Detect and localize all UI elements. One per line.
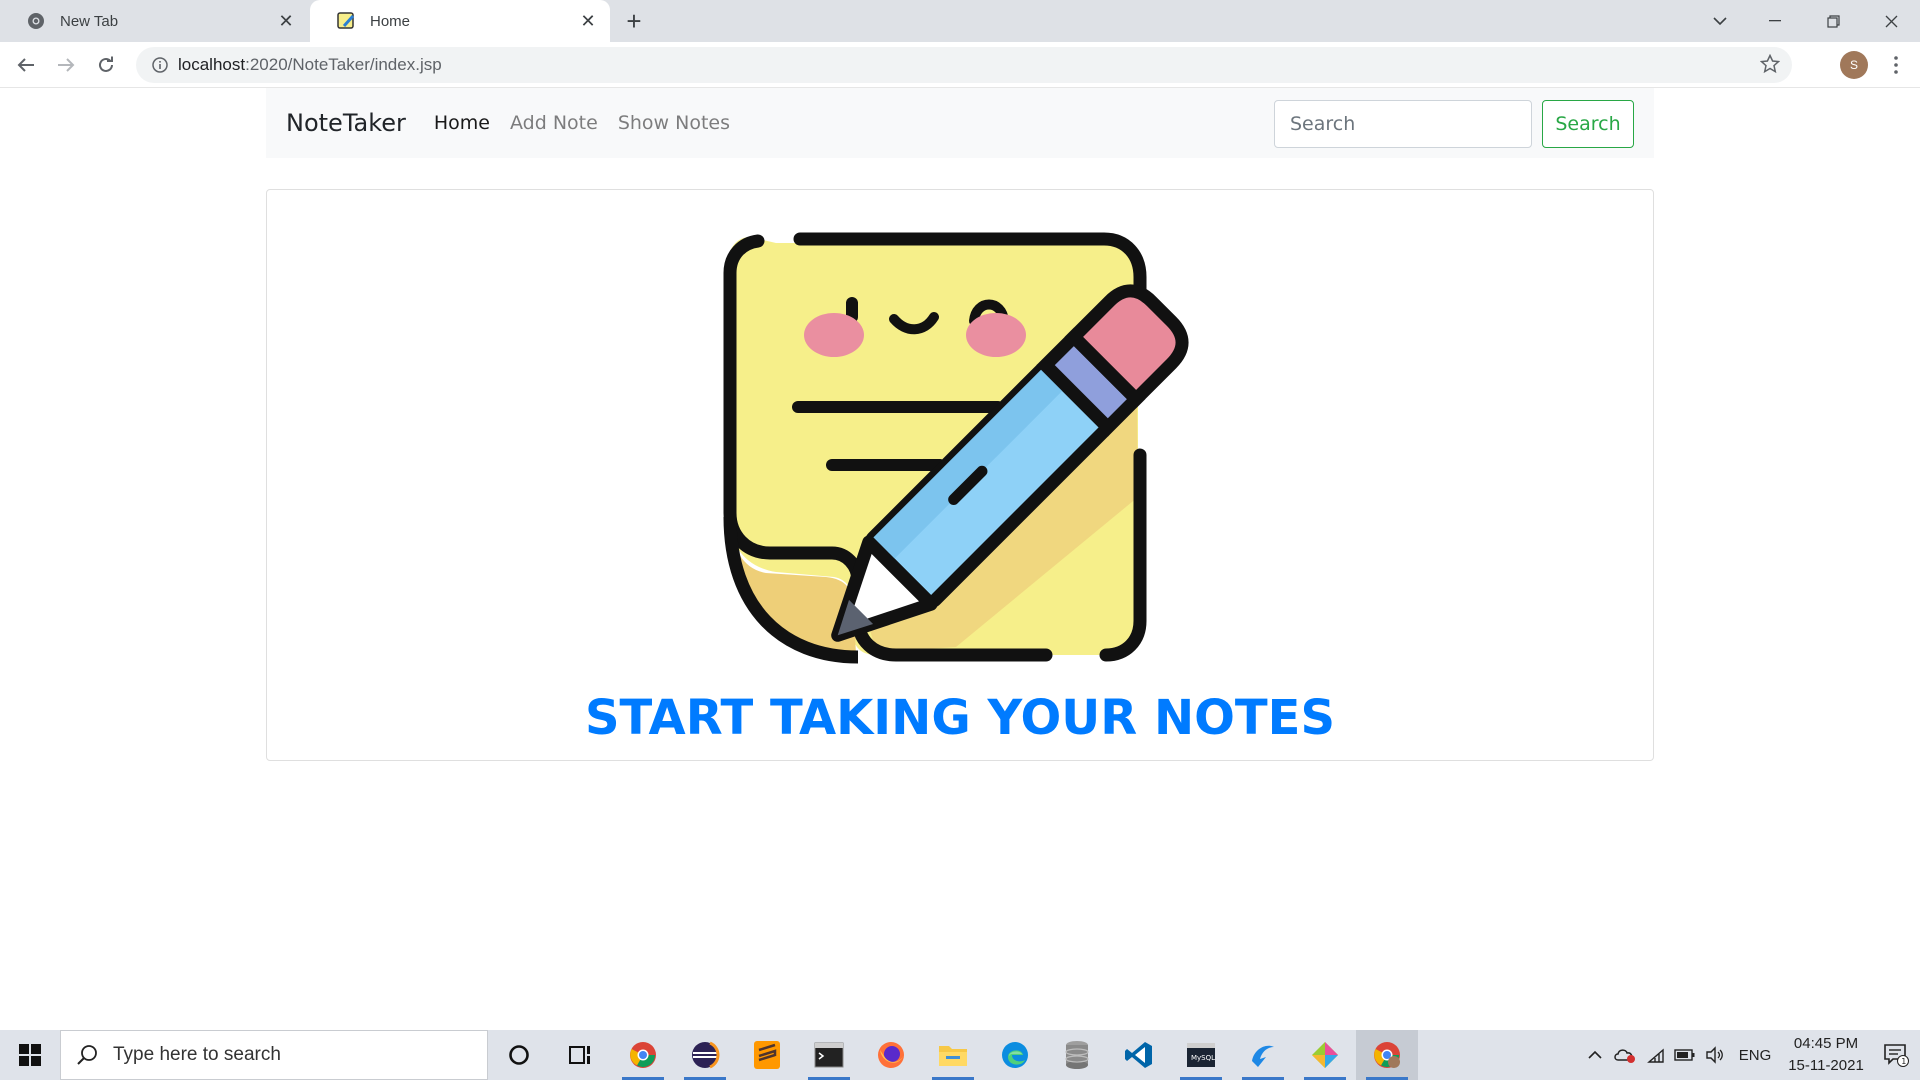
close-tab-icon[interactable]: ✕ xyxy=(576,9,600,33)
windows-start-icon[interactable] xyxy=(0,1030,60,1080)
tool-icon[interactable] xyxy=(1294,1030,1356,1080)
cortana-icon[interactable] xyxy=(488,1030,550,1080)
taskbar: Type here to search MySQL ENG 04:45 PM 1… xyxy=(0,1030,1920,1080)
notes-favicon xyxy=(336,11,356,31)
bookmark-star-icon[interactable] xyxy=(1759,53,1781,79)
reload-icon[interactable] xyxy=(90,49,122,81)
chrome-icon[interactable] xyxy=(612,1030,674,1080)
profile-avatar[interactable]: S xyxy=(1840,51,1868,79)
battery-icon[interactable] xyxy=(1670,1049,1700,1061)
close-tab-icon[interactable]: ✕ xyxy=(274,9,298,33)
search-icon xyxy=(61,1044,113,1066)
taskbar-apps: MySQL xyxy=(488,1030,1418,1080)
tab-search-chevron-icon[interactable] xyxy=(1700,6,1740,36)
url-path: :2020/NoteTaker/index.jsp xyxy=(245,55,442,74)
file-explorer-icon[interactable] xyxy=(922,1030,984,1080)
window-controls xyxy=(1746,0,1920,42)
search-button[interactable]: Search xyxy=(1542,100,1634,148)
taskbar-search[interactable]: Type here to search xyxy=(60,1030,488,1080)
terminal-icon[interactable] xyxy=(798,1030,860,1080)
database-icon[interactable] xyxy=(1046,1030,1108,1080)
chrome-icon xyxy=(26,11,46,31)
search-form: Search xyxy=(1274,100,1634,148)
clock-time: 04:45 PM xyxy=(1793,1035,1859,1052)
vscode-icon[interactable] xyxy=(1108,1030,1170,1080)
nav-link-add-note[interactable]: Add Note xyxy=(500,112,608,134)
eclipse-icon[interactable] xyxy=(674,1030,736,1080)
tab-title: New Tab xyxy=(60,12,119,30)
back-arrow-icon[interactable] xyxy=(10,49,42,81)
chrome-profile-icon[interactable] xyxy=(1356,1030,1418,1080)
edge-icon[interactable] xyxy=(984,1030,1046,1080)
restore-button[interactable] xyxy=(1804,0,1862,42)
browser-icon[interactable] xyxy=(1232,1030,1294,1080)
nav-link-home[interactable]: Home xyxy=(424,112,500,134)
browser-toolbar: localhost:2020/NoteTaker/index.jsp S xyxy=(0,42,1920,88)
notification-center-icon[interactable]: 1 xyxy=(1872,1043,1920,1067)
more-menu-icon[interactable] xyxy=(1884,51,1908,79)
system-tray: ENG 04:45 PM 15-11-2021 1 xyxy=(1580,1030,1920,1080)
navbar: NoteTaker Home Add Note Show Notes Searc… xyxy=(266,88,1654,158)
taskbar-search-placeholder: Type here to search xyxy=(113,1044,281,1065)
minimize-button[interactable] xyxy=(1746,0,1804,42)
page-heading: START TAKING YOUR NOTES xyxy=(584,690,1336,746)
page-viewport: NoteTaker Home Add Note Show Notes Searc… xyxy=(0,88,1920,1030)
forward-arrow-icon[interactable] xyxy=(50,49,82,81)
hero-card: START TAKING YOUR NOTES xyxy=(266,189,1654,761)
site-info-icon[interactable] xyxy=(142,57,178,73)
nav-links: Home Add Note Show Notes xyxy=(424,112,740,134)
url-text: localhost:2020/NoteTaker/index.jsp xyxy=(178,55,442,75)
nav-link-show-notes[interactable]: Show Notes xyxy=(608,112,740,134)
tab-title: Home xyxy=(370,12,411,30)
sublime-icon[interactable] xyxy=(736,1030,798,1080)
svg-text:MySQL: MySQL xyxy=(1191,1054,1215,1062)
notification-count: 1 xyxy=(1901,1057,1906,1066)
mysql-icon[interactable]: MySQL xyxy=(1170,1030,1232,1080)
language-indicator[interactable]: ENG xyxy=(1730,1047,1780,1064)
tab-new-tab[interactable]: New Tab ✕ xyxy=(0,0,308,42)
wifi-icon[interactable] xyxy=(1640,1046,1670,1064)
browser-tab-strip: New Tab ✕ Home ✕ + xyxy=(0,0,1920,42)
close-window-button[interactable] xyxy=(1862,0,1920,42)
onedrive-error-icon[interactable] xyxy=(1610,1046,1640,1064)
sticky-note-pencil-icon xyxy=(706,217,1216,682)
new-tab-button[interactable]: + xyxy=(620,8,648,36)
task-view-icon[interactable] xyxy=(550,1030,612,1080)
address-bar[interactable]: localhost:2020/NoteTaker/index.jsp xyxy=(136,47,1792,83)
clock[interactable]: 04:45 PM 15-11-2021 xyxy=(1780,1033,1872,1077)
url-host: localhost xyxy=(178,55,246,74)
navbar-brand[interactable]: NoteTaker xyxy=(286,109,406,137)
chevron-up-icon[interactable] xyxy=(1580,1050,1610,1060)
clock-date: 15-11-2021 xyxy=(1788,1057,1864,1074)
volume-icon[interactable] xyxy=(1700,1046,1730,1064)
tab-home[interactable]: Home ✕ xyxy=(310,0,610,42)
firefox-icon[interactable] xyxy=(860,1030,922,1080)
search-input[interactable] xyxy=(1274,100,1532,148)
